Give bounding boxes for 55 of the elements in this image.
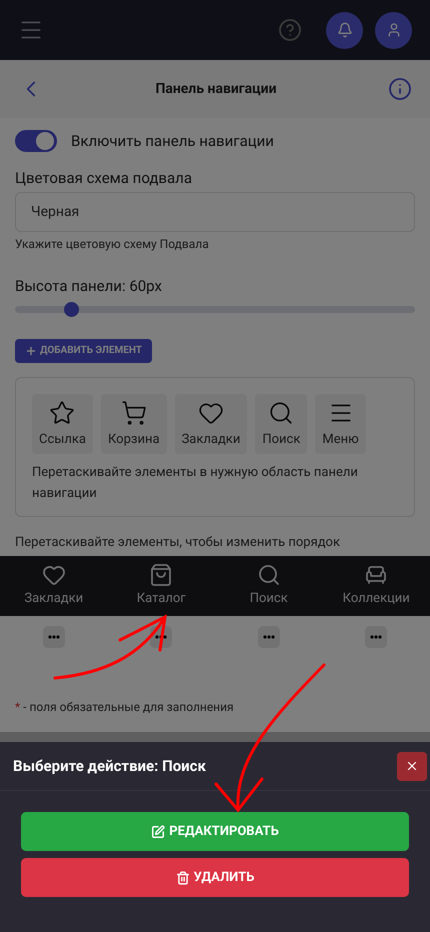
reorder-hint: Перетаскивайте элементы, чтобы изменить порядок (15, 534, 341, 552)
toggle-switch[interactable] (15, 130, 57, 152)
palette-item[interactable]: Корзина (100, 394, 167, 454)
more-icon (262, 634, 275, 638)
more-button[interactable] (42, 626, 65, 648)
trash-icon (176, 870, 190, 884)
plus-icon (25, 344, 37, 356)
add-element-button[interactable]: ДОБАВИТЬ ЭЛЕМЕНТ (15, 338, 152, 362)
edit-icon (151, 824, 166, 838)
cart-icon (120, 400, 147, 426)
close-icon (405, 759, 419, 773)
required-note: * - поля обязательные для заполнения (14, 698, 235, 716)
bag-icon (149, 562, 174, 587)
nav-item-label: Каталог (136, 590, 186, 608)
more-button[interactable] (365, 626, 388, 648)
close-button[interactable] (397, 752, 427, 780)
bell-icon (336, 22, 352, 38)
palette-item-label: Закладки (182, 430, 240, 448)
field-hint: Укажите цветовую схему Подвала (15, 236, 210, 253)
nav-item[interactable]: Каталог (108, 556, 215, 616)
palette-item-label: Меню (322, 430, 359, 448)
nav-item[interactable]: Коллекции (322, 556, 430, 616)
nav-item[interactable]: Закладки (0, 556, 108, 616)
user-icon (386, 22, 402, 38)
palette-item[interactable]: Поиск (255, 394, 308, 454)
palette-hint: Перетаскивайте элементы в нужную область панели навигации (32, 464, 359, 503)
more-icon (370, 634, 382, 638)
slider-thumb[interactable] (64, 302, 79, 316)
edit-button[interactable]: РЕДАКТИРОВАТЬ (21, 812, 409, 851)
toggle-label: Включить панель навигации (71, 131, 274, 152)
select-field[interactable]: Черная (15, 192, 415, 232)
more-icon (48, 634, 60, 638)
notifications-button[interactable] (326, 12, 363, 48)
palette-item[interactable]: Меню (315, 394, 366, 454)
more-button[interactable] (258, 626, 280, 648)
palette-item-label: Ссылка (39, 430, 86, 448)
field-label: Цветовая схема подвала (15, 168, 193, 188)
slider-label: Высота панели: 60px (15, 276, 163, 297)
palette-item[interactable]: Закладки (174, 394, 248, 454)
nav-item-label: Коллекции (342, 590, 410, 608)
palette-item[interactable]: Ссылка (32, 394, 93, 454)
palette-item-label: Поиск (262, 430, 300, 448)
sheet-title: Выберите действие: Поиск (13, 756, 206, 777)
nav-item[interactable]: Поиск (215, 556, 322, 616)
page-title: Панель навигации (154, 80, 278, 98)
search-icon (268, 400, 294, 426)
nav-item-label: Поиск (250, 590, 288, 608)
info-icon[interactable] (388, 77, 412, 101)
star-icon (49, 400, 76, 426)
search-icon (256, 562, 281, 587)
palette-item-label: Корзина (108, 430, 160, 448)
delete-button[interactable]: УДАЛИТЬ (21, 858, 409, 897)
profile-button[interactable] (375, 12, 412, 48)
nav-item-label: Закладки (24, 590, 84, 608)
more-icon (155, 634, 168, 638)
